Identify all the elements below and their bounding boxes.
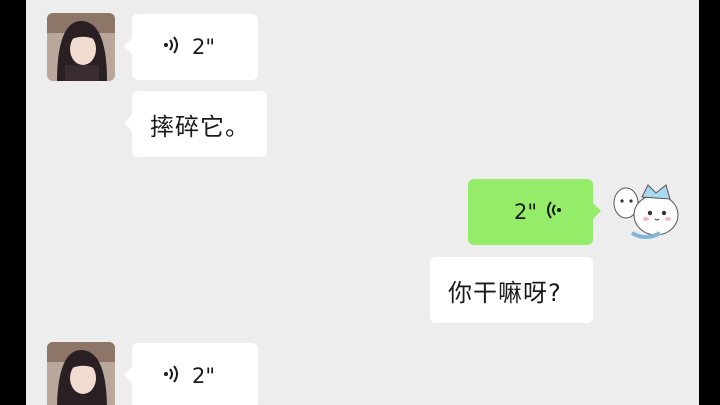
voice-duration: 2": [192, 35, 216, 59]
voice-duration: 2": [514, 200, 538, 224]
voice-wave-icon: [162, 34, 182, 60]
avatar-self[interactable]: [612, 177, 680, 245]
chat-area: 2" 摔碎它。 2" 你干嘛呀? 2": [26, 0, 699, 405]
message-text: 摔碎它。: [150, 112, 250, 141]
voice-message-bubble[interactable]: 2": [124, 343, 258, 405]
avatar-contact[interactable]: [47, 13, 115, 81]
message-text: 你干嘛呀?: [448, 278, 562, 307]
voice-message-bubble-outgoing[interactable]: 2": [468, 179, 601, 245]
text-message-bubble-outgoing[interactable]: 你干嘛呀?: [430, 257, 593, 323]
voice-wave-icon: [543, 199, 563, 225]
text-message-bubble[interactable]: 摔碎它。: [124, 91, 267, 157]
voice-message-bubble[interactable]: 2": [124, 14, 258, 80]
avatar-contact[interactable]: [47, 342, 115, 405]
voice-wave-icon: [162, 363, 182, 389]
voice-duration: 2": [192, 364, 216, 388]
